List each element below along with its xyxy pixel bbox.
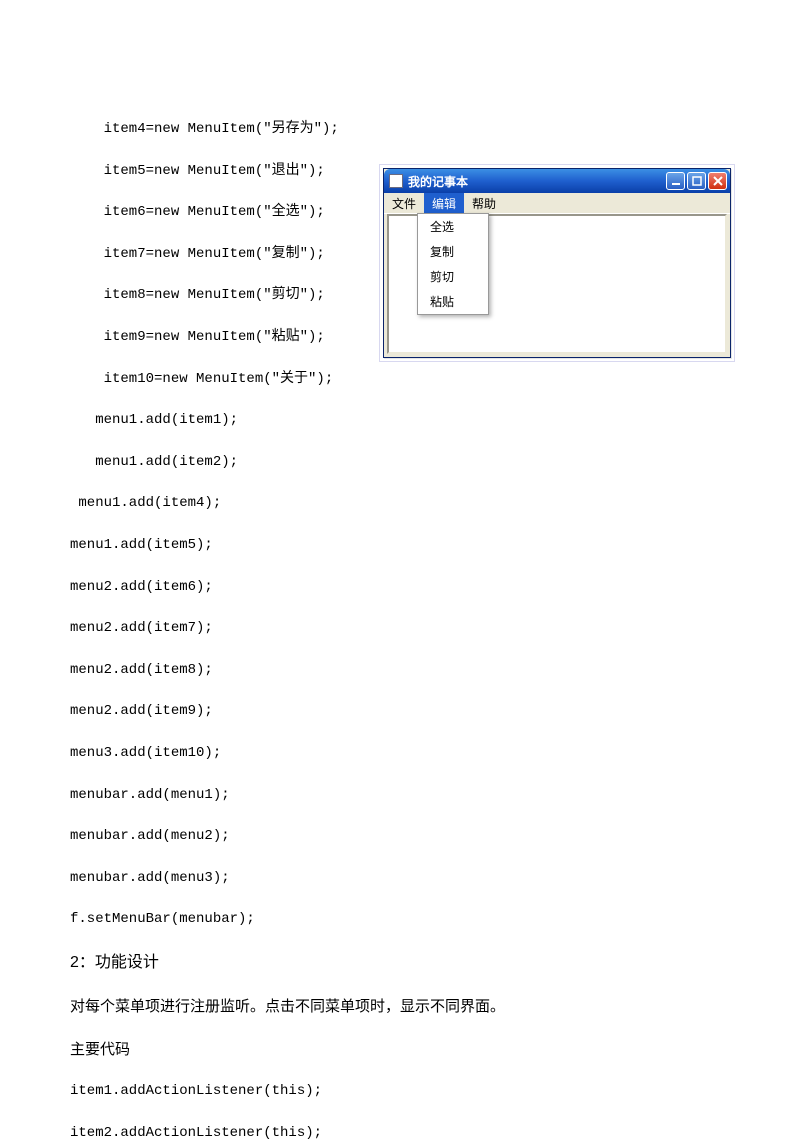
section-heading: 2：功能设计 xyxy=(70,952,723,974)
close-button[interactable] xyxy=(708,172,727,190)
menu-help[interactable]: 帮助 xyxy=(464,193,504,214)
menuitem-paste[interactable]: 粘贴 xyxy=(418,289,488,314)
code-line: menubar.add(menu3); xyxy=(70,869,723,889)
paragraph: 对每个菜单项进行注册监听。点击不同菜单项时，显示不同界面。 xyxy=(70,996,723,1017)
code-line: menu1.add(item5); xyxy=(70,536,723,556)
edit-dropdown: 全选 复制 剪切 粘贴 xyxy=(417,213,489,315)
code-line: menubar.add(menu1); xyxy=(70,786,723,806)
code-line: menu1.add(item4); xyxy=(70,494,723,514)
menubar: 文件 编辑 帮助 xyxy=(384,193,730,214)
menuitem-copy[interactable]: 复制 xyxy=(418,239,488,264)
titlebar[interactable]: 我的记事本 xyxy=(384,169,730,193)
code-line: menu2.add(item8); xyxy=(70,661,723,681)
code-line: menu2.add(item9); xyxy=(70,702,723,722)
code-line: f.setMenuBar(menubar); xyxy=(70,910,723,930)
menuitem-selectall[interactable]: 全选 xyxy=(418,214,488,239)
menu-file[interactable]: 文件 xyxy=(384,193,424,214)
code-line: item2.addActionListener(this); xyxy=(70,1124,723,1143)
code-line: menu2.add(item6); xyxy=(70,578,723,598)
code-line: menu2.add(item7); xyxy=(70,619,723,639)
menu-edit[interactable]: 编辑 xyxy=(424,193,464,214)
window-title: 我的记事本 xyxy=(408,173,666,190)
menuitem-cut[interactable]: 剪切 xyxy=(418,264,488,289)
minimize-button[interactable] xyxy=(666,172,685,190)
notepad-window: 我的记事本 文件 编辑 帮助 全选 复制 剪切 粘贴 xyxy=(383,168,731,358)
maximize-button[interactable] xyxy=(687,172,706,190)
java-app-icon xyxy=(389,174,403,188)
paragraph: 主要代码 xyxy=(70,1039,723,1060)
code-line: item10=new MenuItem("关于"); xyxy=(70,370,723,390)
code-line: item1.addActionListener(this); xyxy=(70,1082,723,1102)
code-line: menu3.add(item10); xyxy=(70,744,723,764)
code-line: menubar.add(menu2); xyxy=(70,827,723,847)
code-line: menu1.add(item1); xyxy=(70,411,723,431)
code-line: item4=new MenuItem("另存为"); xyxy=(70,120,723,140)
code-line: menu1.add(item2); xyxy=(70,453,723,473)
